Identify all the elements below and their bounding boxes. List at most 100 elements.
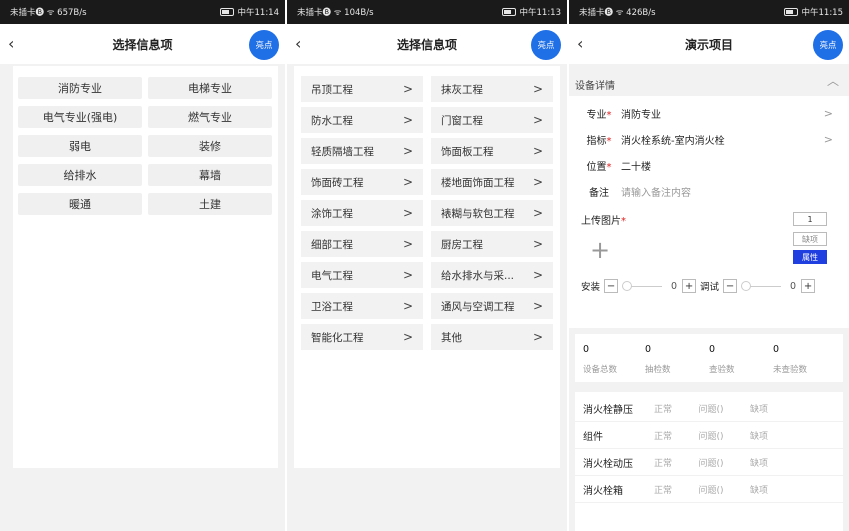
discipline-item[interactable]: 暖通 — [18, 193, 142, 215]
check-row: 消火栓箱 正常 问题() 缺项 — [575, 477, 843, 503]
battery-icon — [783, 8, 798, 16]
subproject-item[interactable]: 涂饰工程 > — [301, 200, 423, 226]
status-left: 未插卡🅑 ᯤ 426B/s — [579, 8, 656, 18]
back-arrow-icon[interactable]: ‹ — [8, 34, 26, 54]
remark-input[interactable]: 请输入备注内容 — [621, 184, 691, 199]
subproject-item[interactable]: 其他 > — [431, 324, 553, 350]
section-title: 设备详情 — [575, 81, 615, 92]
battery-icon — [501, 8, 516, 16]
light-button[interactable]: 亮点 — [249, 30, 279, 60]
discipline-item[interactable]: 弱电 — [18, 135, 142, 157]
plus-icon[interactable]: + — [682, 279, 697, 293]
option-problem[interactable]: 问题() — [687, 483, 735, 496]
status-bar: 未插卡🅑 ᯤ 426B/s 中午11:15 — [569, 0, 849, 24]
chevron-right-icon: > — [402, 82, 413, 96]
item-label: 给水排水与采... — [441, 269, 515, 282]
item-label: 楼地面饰面工程 — [441, 176, 515, 189]
light-button[interactable]: 亮点 — [531, 30, 561, 60]
check-item-label: 消火栓动压 — [583, 459, 633, 470]
required-mark: * — [606, 135, 612, 147]
plus-icon[interactable]: + — [801, 279, 816, 293]
chevron-right-icon: > — [823, 132, 833, 146]
minus-icon[interactable]: − — [723, 279, 738, 293]
subproject-item[interactable]: 防水工程 > — [301, 107, 423, 133]
light-button[interactable]: 亮点 — [813, 30, 843, 60]
status-time: 中午11:15 — [801, 8, 844, 18]
field-value: 消火栓系统-室内消火栓 — [621, 135, 725, 147]
stat-sampled: 0 抽检数 — [645, 344, 671, 375]
discipline-item[interactable]: 电梯专业 — [148, 77, 272, 99]
subproject-item[interactable]: 裱糊与软包工程 > — [431, 200, 553, 226]
discipline-item[interactable]: 给排水 — [18, 164, 142, 186]
subproject-item[interactable]: 通风与空调工程 > — [431, 293, 553, 319]
subproject-item[interactable]: 厨房工程 > — [431, 231, 553, 257]
subproject-item[interactable]: 吊顶工程 > — [301, 76, 423, 102]
check-list: 消火栓静压 正常 问题() 缺项 组件 正常 问题() 缺项 消火栓动压 正常 … — [575, 392, 843, 531]
item-label: 电气工程 — [311, 269, 353, 282]
discipline-item[interactable]: 燃气专业 — [148, 106, 272, 128]
field-label: 位置 — [586, 161, 607, 173]
field-value: 二十楼 — [621, 161, 651, 173]
option-normal[interactable]: 正常 — [639, 456, 687, 469]
subproject-item[interactable]: 智能化工程 > — [301, 324, 423, 350]
option-missing[interactable]: 缺项 — [735, 402, 783, 415]
chevron-right-icon: > — [532, 268, 543, 282]
chevron-right-icon: > — [532, 175, 543, 189]
status-time: 中午11:13 — [519, 8, 562, 18]
stats-panel: 0 设备总数 0 抽检数 0 查验数 0 未查验数 — [575, 334, 843, 382]
field-remark[interactable]: 备注 请输入备注内容 — [577, 178, 841, 204]
install-value: 0 — [670, 280, 678, 292]
option-normal[interactable]: 正常 — [639, 483, 687, 496]
discipline-item[interactable]: 土建 — [148, 193, 272, 215]
chevron-right-icon: > — [823, 106, 833, 120]
subproject-item[interactable]: 抹灰工程 > — [431, 76, 553, 102]
add-image-icon[interactable]: + — [585, 236, 615, 264]
stat-unchecked: 0 未查验数 — [773, 344, 808, 375]
discipline-item[interactable]: 消防专业 — [18, 77, 142, 99]
option-problem[interactable]: 问题() — [687, 402, 735, 415]
subproject-item[interactable]: 楼地面饰面工程 > — [431, 169, 553, 195]
missing-button[interactable]: 缺项 — [793, 232, 827, 246]
subproject-item[interactable]: 门窗工程 > — [431, 107, 553, 133]
option-missing[interactable]: 缺项 — [735, 456, 783, 469]
option-missing[interactable]: 缺项 — [735, 429, 783, 442]
discipline-item[interactable]: 装修 — [148, 135, 272, 157]
status-left: 未插卡🅑 ᯤ 657B/s — [10, 8, 87, 18]
option-normal[interactable]: 正常 — [639, 402, 687, 415]
back-arrow-icon[interactable]: ‹ — [295, 34, 313, 54]
count-input[interactable]: 1 — [793, 212, 827, 226]
debug-slider[interactable] — [741, 279, 782, 293]
subproject-item[interactable]: 饰面砖工程 > — [301, 169, 423, 195]
chevron-up-icon[interactable]: ︿ — [827, 72, 839, 89]
chevron-right-icon: > — [402, 268, 413, 282]
back-arrow-icon[interactable]: ‹ — [577, 34, 595, 54]
check-item-label: 组件 — [583, 432, 603, 443]
item-label: 裱糊与软包工程 — [441, 207, 515, 220]
field-label: 专业 — [586, 109, 607, 121]
option-normal[interactable]: 正常 — [639, 429, 687, 442]
chevron-right-icon: > — [402, 330, 413, 344]
subproject-item[interactable]: 电气工程 > — [301, 262, 423, 288]
install-slider[interactable] — [622, 279, 663, 293]
field-indicator[interactable]: 指标* 消火栓系统-室内消火栓 > — [577, 126, 841, 152]
subproject-item[interactable]: 轻质隔墙工程 > — [301, 138, 423, 164]
item-label: 厨房工程 — [441, 238, 483, 251]
subproject-item[interactable]: 饰面板工程 > — [431, 138, 553, 164]
nav-bar: ‹ 选择信息项 亮点 — [287, 24, 567, 64]
minus-icon[interactable]: − — [604, 279, 619, 293]
discipline-item[interactable]: 幕墙 — [148, 164, 272, 186]
battery-icon — [219, 8, 234, 16]
attribute-button[interactable]: 属性 — [793, 250, 827, 264]
option-missing[interactable]: 缺项 — [735, 483, 783, 496]
subproject-item[interactable]: 细部工程 > — [301, 231, 423, 257]
field-specialty[interactable]: 专业* 消防专业 > — [577, 100, 841, 126]
discipline-item[interactable]: 电气专业(强电) — [18, 106, 142, 128]
check-row: 消火栓静压 正常 问题() 缺项 — [575, 396, 843, 422]
subproject-item[interactable]: 给水排水与采... > — [431, 262, 553, 288]
item-label: 饰面板工程 — [441, 145, 494, 158]
subproject-item[interactable]: 卫浴工程 > — [301, 293, 423, 319]
chevron-right-icon: > — [532, 144, 543, 158]
option-problem[interactable]: 问题() — [687, 429, 735, 442]
field-location[interactable]: 位置* 二十楼 — [577, 152, 841, 178]
option-problem[interactable]: 问题() — [687, 456, 735, 469]
